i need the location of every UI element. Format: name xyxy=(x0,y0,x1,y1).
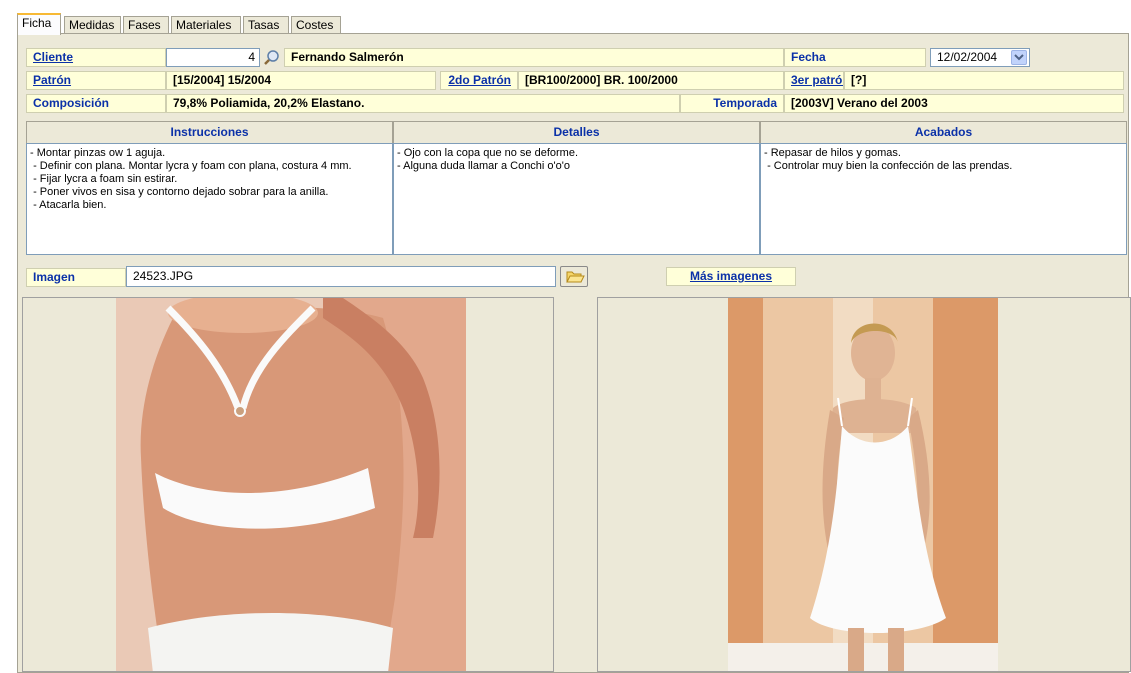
browse-folder-button[interactable] xyxy=(560,266,588,287)
tab-tasas[interactable]: Tasas xyxy=(243,16,289,34)
patron2-label[interactable]: 2do Patrón xyxy=(440,71,518,90)
cliente-name: Fernando Salmerón xyxy=(284,48,784,67)
imagen-label: Imagen xyxy=(26,268,126,287)
magnifier-icon[interactable] xyxy=(263,49,283,67)
patron3-value: [?] xyxy=(844,71,1124,90)
patron-label[interactable]: Patrón xyxy=(26,71,166,90)
mas-imagenes-link[interactable]: Más imagenes xyxy=(666,267,796,286)
patron-value: [15/2004] 15/2004 xyxy=(166,71,436,90)
imagen-input[interactable]: 24523.JPG xyxy=(126,266,556,287)
tab-medidas[interactable]: Medidas xyxy=(64,16,121,34)
product-image-front xyxy=(597,297,1131,672)
detalles-textarea[interactable]: - Ojo con la copa que no se deforme. - A… xyxy=(393,143,760,255)
instrucciones-header: Instrucciones xyxy=(26,121,393,143)
acabados-header: Acabados xyxy=(760,121,1127,143)
acabados-textarea[interactable]: - Repasar de hilos y gomas. - Controlar … xyxy=(760,143,1127,255)
folder-icon xyxy=(566,271,585,283)
composicion-value: 79,8% Poliamida, 20,2% Elastano. xyxy=(166,94,680,113)
patron3-label[interactable]: 3er patrón xyxy=(784,71,844,90)
tab-costes[interactable]: Costes xyxy=(291,16,341,34)
chevron-down-icon[interactable] xyxy=(1011,50,1027,65)
tab-ficha[interactable]: Ficha xyxy=(17,13,61,35)
fecha-label: Fecha xyxy=(784,48,926,67)
instrucciones-textarea[interactable]: - Montar pinzas ow 1 aguja. - Definir co… xyxy=(26,143,393,255)
cliente-code-input[interactable]: 4 xyxy=(166,48,260,67)
tab-fases[interactable]: Fases xyxy=(123,16,169,34)
detalles-header: Detalles xyxy=(393,121,760,143)
composicion-label: Composición xyxy=(26,94,166,113)
product-image-back xyxy=(22,297,554,672)
tab-materiales[interactable]: Materiales xyxy=(171,16,241,34)
patron2-value: [BR100/2000] BR. 100/2000 xyxy=(518,71,784,90)
cliente-label[interactable]: Cliente xyxy=(26,48,166,67)
temporada-value: [2003V] Verano del 2003 xyxy=(784,94,1124,113)
temporada-label: Temporada xyxy=(680,94,784,113)
